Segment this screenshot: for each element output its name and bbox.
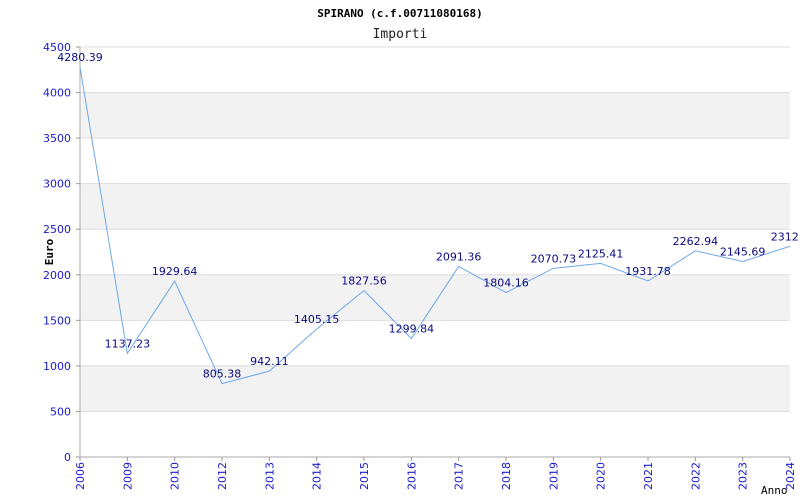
x-tick-labels: 2006 2009 2010 2012 2013 2014 2015 2016 2017 2018…: [74, 462, 797, 490]
grid-band: [80, 183, 790, 230]
x-tick-label: 2009: [121, 462, 134, 490]
y-tick-label: 1000: [43, 360, 71, 373]
data-label: 4280.39: [57, 51, 103, 64]
chart-subtitle: Importi: [373, 27, 428, 42]
data-label: 1137.23: [105, 337, 151, 350]
y-tick-label: 2500: [43, 223, 71, 236]
y-tick-label: 3500: [43, 132, 71, 145]
x-tick-label: 2006: [74, 462, 87, 490]
chart-title: SPIRANO (c.f.00711080168): [317, 7, 483, 20]
data-label: 1929.64: [152, 265, 198, 278]
y-tick-label: 3000: [43, 178, 71, 191]
x-tick-label: 2020: [595, 462, 608, 490]
data-label: 1299.84: [389, 323, 435, 336]
data-label: 1804.16: [483, 277, 529, 290]
data-label: 1827.56: [341, 274, 387, 287]
line-chart: 050010001500200025003000350040004500 200…: [43, 7, 800, 497]
x-tick-label: 2019: [547, 462, 560, 490]
x-tick-label: 2017: [453, 462, 466, 490]
grid-band: [80, 320, 790, 366]
y-tick-label: 2000: [43, 269, 71, 282]
data-label: 2312.8: [771, 230, 800, 243]
x-tick-label: 2021: [642, 462, 655, 490]
data-label: 2070.73: [531, 252, 577, 265]
data-label: 942.11: [250, 355, 289, 368]
x-axis-label: Anno: [761, 484, 788, 497]
y-tick-label: 0: [64, 451, 71, 464]
data-label: 2091.36: [436, 250, 482, 263]
grid-band: [80, 365, 790, 412]
y-tick-label: 1500: [43, 314, 71, 327]
x-tick-label: 2012: [216, 462, 229, 490]
data-label: 2262.94: [673, 235, 719, 248]
x-tick-label: 2016: [405, 462, 418, 490]
x-tick-label: 2018: [500, 462, 513, 490]
data-label: 2145.69: [720, 246, 766, 259]
grid-band: [80, 138, 790, 184]
grid-band: [80, 411, 790, 457]
y-tick-label: 500: [50, 405, 71, 418]
grid-band: [80, 274, 790, 321]
data-label: 805.38: [203, 368, 242, 381]
y-tick-label: 4000: [43, 87, 71, 100]
x-tick-label: 2010: [169, 462, 182, 490]
x-tick-label: 2015: [358, 462, 371, 490]
x-tick-label: 2023: [737, 462, 750, 490]
x-tick-label: 2014: [311, 462, 324, 490]
grid-band: [80, 47, 790, 93]
x-tick-label: 2022: [689, 462, 702, 490]
grid-band: [80, 92, 790, 139]
data-label: 1931.78: [625, 265, 671, 278]
data-label: 2125.41: [578, 247, 624, 260]
x-tick-label: 2013: [263, 462, 276, 490]
y-axis-label: Euro: [43, 238, 56, 265]
data-label: 1405.15: [294, 313, 340, 326]
